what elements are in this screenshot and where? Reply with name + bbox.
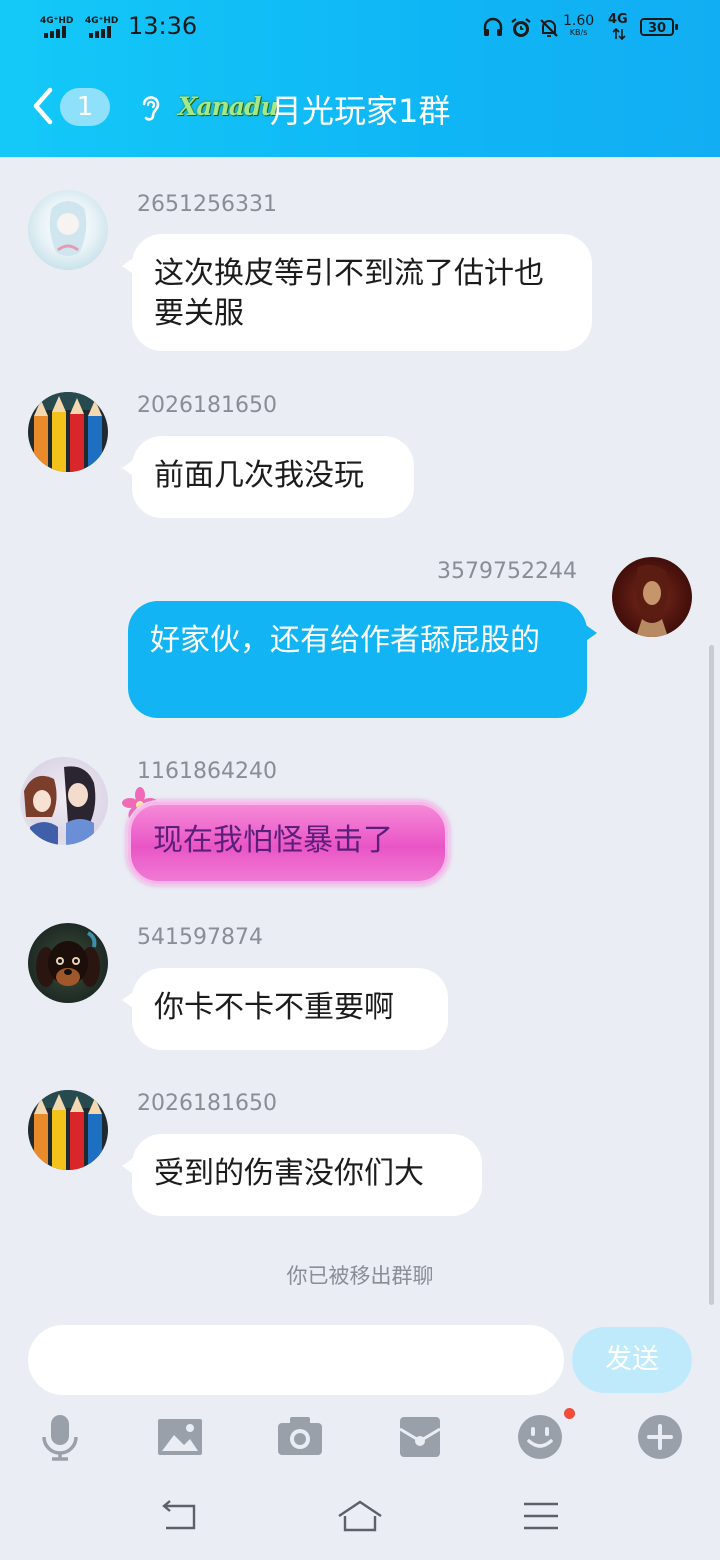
sender-id: 1161864240 (137, 759, 277, 784)
net-speed-unit: KB/s (569, 28, 588, 37)
net-speed-value: 1.60 (563, 13, 595, 29)
back-arrow-icon[interactable] (30, 86, 60, 126)
message-bubble[interactable]: 这次换皮等引不到流了估计也要关服 (122, 234, 592, 351)
avatar[interactable] (28, 190, 108, 270)
net-speed: 1.60 KB/s (563, 14, 594, 37)
signal-label-1: 4G⁺HD (40, 16, 74, 26)
unread-badge[interactable]: 1 (60, 88, 110, 126)
signal-label-2: 4G⁺HD (85, 16, 119, 26)
avatar-couple-icon (24, 766, 96, 845)
scrollbar[interactable] (709, 645, 714, 1305)
avatar-pencils-icon (28, 1090, 108, 1170)
avatar-warrior-icon (635, 564, 669, 637)
avatar[interactable] (28, 1090, 108, 1170)
sender-id: 2026181650 (137, 1091, 277, 1116)
emoji-icon[interactable] (516, 1413, 564, 1461)
status-bar: 4G⁺HD 4G⁺HD 13:36 1.60 KB/s 4G 30 (0, 0, 720, 58)
avatar[interactable] (612, 557, 692, 637)
message-bubble[interactable]: 你卡不卡不重要啊 (122, 968, 448, 1050)
battery-indicator: 30 (640, 18, 678, 36)
plus-icon[interactable] (636, 1413, 684, 1461)
sender-id: 3579752244 (437, 559, 577, 584)
message-bubble-mine[interactable]: 好家伙，还有给作者舔屁股的 (128, 601, 597, 718)
message-bubble[interactable]: 受到的伤害没你们大 (122, 1134, 482, 1216)
sender-id: 2026181650 (137, 393, 277, 418)
home-key-icon[interactable] (335, 1496, 385, 1536)
send-button[interactable]: 发送 (572, 1327, 692, 1393)
chat-title[interactable]: 月光玩家1群 (270, 86, 450, 132)
avatar-anime-icon (49, 201, 87, 256)
notification-dot (564, 1408, 575, 1419)
back-key-icon[interactable] (156, 1496, 206, 1536)
alarm-icon (511, 18, 531, 37)
menu-key-icon[interactable] (516, 1496, 566, 1536)
clock: 13:36 (128, 12, 198, 40)
camera-icon[interactable] (276, 1413, 324, 1461)
avatar[interactable] (28, 923, 108, 1003)
sender-id: 2651256331 (137, 192, 277, 217)
message-bubble-themed[interactable]: 现在我怕怪暴击了 (128, 802, 448, 884)
sender-id: 541597874 (137, 925, 263, 950)
avatar-puppy-icon (36, 931, 100, 987)
signal-bars-2-icon (89, 26, 115, 38)
signal-bars-1-icon (44, 26, 70, 38)
top-bar: 4G⁺HD 4G⁺HD 13:36 1.60 KB/s 4G 30 1 Xana… (0, 0, 720, 157)
mic-icon[interactable] (36, 1413, 84, 1461)
avatar-pencils-icon (28, 392, 108, 472)
system-message: 你已被移出群聊 (286, 1264, 434, 1288)
headphones-icon (483, 17, 503, 36)
group-logo: Xanadu (178, 92, 279, 121)
mute-bell-icon (540, 19, 558, 37)
network-type: 4G (608, 12, 628, 27)
avatar[interactable] (28, 392, 108, 472)
network-arrows-icon (612, 28, 626, 40)
message-bubble[interactable]: 前面几次我没玩 (122, 436, 414, 518)
image-icon[interactable] (156, 1413, 204, 1461)
message-input[interactable] (28, 1325, 564, 1395)
avatar[interactable] (20, 757, 108, 845)
red-packet-icon[interactable] (396, 1413, 444, 1461)
earpiece-mode-icon[interactable] (136, 92, 164, 124)
